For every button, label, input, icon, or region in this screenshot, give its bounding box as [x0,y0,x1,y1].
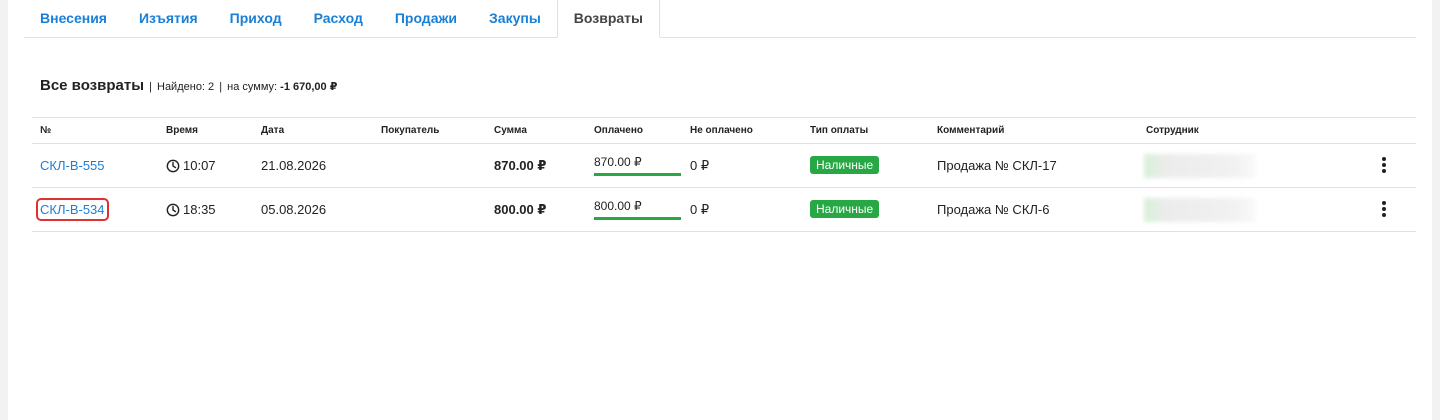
tabs-bar: Внесения Изъятия Приход Расход Продажи З… [24,0,1416,38]
returns-table: № Время Дата Покупатель Сумма Оплачено Н… [32,117,1416,232]
time-cell: 10:07 [166,158,216,173]
found-count: Найдено: 2 [157,81,215,93]
return-id-cell: СКЛ-В-555 [40,158,105,173]
header-time[interactable]: Время [166,125,198,136]
tab-deposits[interactable]: Внесения [24,0,123,37]
date-cell: 21.08.2026 [261,158,327,173]
content-panel: Внесения Изъятия Приход Расход Продажи З… [8,0,1432,420]
header-number[interactable]: № [40,125,51,136]
header-buyer[interactable]: Покупатель [381,125,439,136]
tab-withdrawals[interactable]: Изъятия [123,0,214,37]
employee-redacted [1144,198,1256,222]
sum-label: на сумму: [227,81,278,93]
tab-returns[interactable]: Возвраты [556,0,660,38]
header-unpaid[interactable]: Не оплачено [690,125,753,136]
table-row: СКЛ-В-555 10:07 21.08.2026 870.00 ₽ 870.… [32,144,1416,188]
header-paid[interactable]: Оплачено [594,125,643,136]
payment-type-badge: Наличные [810,200,880,218]
date-cell: 05.08.2026 [261,202,327,217]
table-header: № Время Дата Покупатель Сумма Оплачено Н… [32,117,1416,144]
time-cell: 18:35 [166,202,216,217]
clock-icon [166,159,180,172]
return-id-link[interactable]: СКЛ-В-555 [40,158,105,173]
tab-sales[interactable]: Продажи [379,0,473,37]
sum-cell: 800.00 ₽ [494,202,547,217]
separator: | [219,81,223,93]
time-value: 18:35 [183,202,216,217]
sum-total: -1 670,00 ₽ [280,81,338,93]
table-row: СКЛ-В-534 18:35 05.08.2026 800.00 ₽ 800.… [32,188,1416,232]
tab-purchases[interactable]: Закупы [473,0,557,37]
header-comment[interactable]: Комментарий [937,125,1004,136]
returns-summary: Все возвраты | Найдено: 2 | на сумму: -1… [40,77,337,94]
kebab-menu-icon[interactable] [1379,156,1389,174]
clock-icon [166,203,180,216]
return-id-link[interactable]: СКЛ-В-534 [36,198,109,221]
kebab-menu-icon[interactable] [1379,200,1389,218]
separator: | [149,81,152,93]
comment-cell: Продажа № СКЛ-17 [937,158,1057,173]
payment-type-badge: Наличные [810,156,880,174]
tab-expense[interactable]: Расход [298,0,379,37]
paid-amount[interactable]: 870.00 ₽ [594,152,681,176]
header-employee[interactable]: Сотрудник [1146,125,1199,136]
return-id-cell: СКЛ-В-534 [36,198,109,221]
unpaid-cell: 0 ₽ [690,158,710,173]
unpaid-cell: 0 ₽ [690,202,710,217]
time-value: 10:07 [183,158,216,173]
employee-redacted [1144,154,1256,178]
paid-amount[interactable]: 800.00 ₽ [594,196,681,220]
sum-cell: 870.00 ₽ [494,158,547,173]
header-pay-type[interactable]: Тип оплаты [810,125,868,136]
header-sum[interactable]: Сумма [494,125,527,136]
tab-income[interactable]: Приход [214,0,298,37]
header-date[interactable]: Дата [261,125,284,136]
page-title: Все возвраты [40,77,145,94]
comment-cell: Продажа № СКЛ-6 [937,202,1050,217]
